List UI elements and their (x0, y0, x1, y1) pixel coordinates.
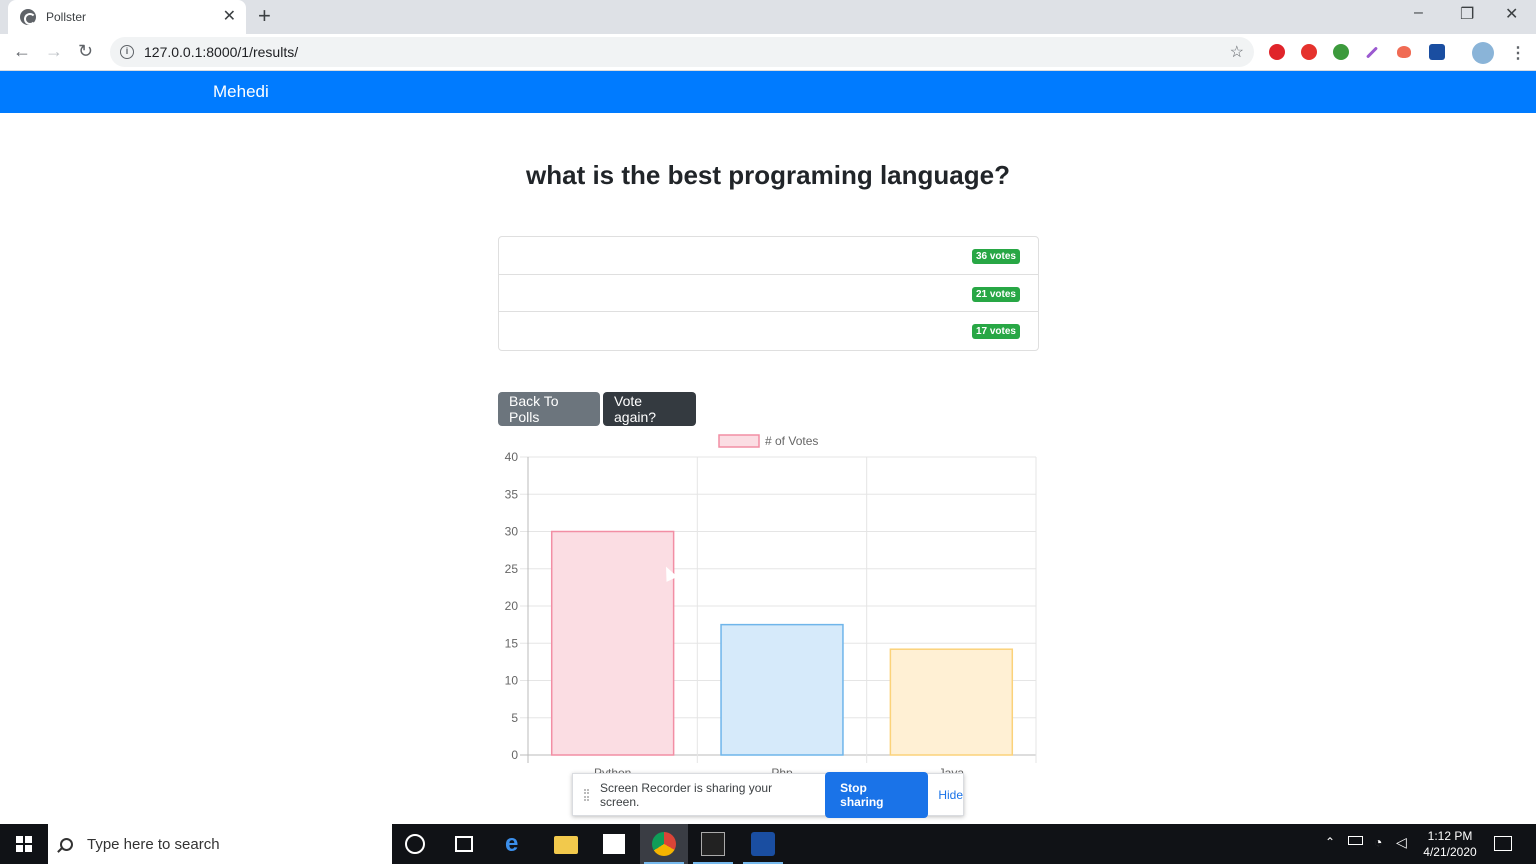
browser-tabstrip: Pollster ✕ + – ❐ ✕ (0, 0, 1536, 34)
new-tab-button[interactable]: + (258, 5, 271, 27)
start-button[interactable] (0, 824, 48, 864)
yab-extension-icon[interactable] (1301, 44, 1317, 60)
votes-bar-chart: # of Votes 0 5 10 15 20 25 30 35 40 Python Php Java (490, 430, 1050, 780)
share-message: Screen Recorder is sharing your screen. (600, 780, 773, 809)
y-tick-label: 5 (511, 711, 518, 725)
bar (889, 648, 1014, 756)
taskbar-search[interactable]: Type here to search (48, 824, 392, 864)
back-arrow-icon[interactable]: ← (13, 42, 31, 60)
windows-taskbar: Type here to search e ⌃ ◔ ◁ 1:12 PM 4/21… (0, 824, 1536, 864)
edge-icon[interactable]: e (505, 830, 529, 857)
result-item: 17 votes (499, 312, 1038, 350)
forward-arrow-icon[interactable]: → (45, 42, 63, 60)
screen-recorder-icon[interactable] (751, 832, 775, 856)
y-tick-label: 0 (511, 748, 518, 762)
windows-logo-icon (16, 836, 32, 852)
tray-chevron-icon[interactable]: ⌃ (1325, 835, 1335, 849)
browser-toolbar: ← → ↻ i 127.0.0.1:8000/1/results/ ☆ ⋮ (0, 34, 1536, 71)
menu-kebab-icon[interactable]: ⋮ (1510, 43, 1526, 63)
browser-tab[interactable]: Pollster ✕ (8, 0, 246, 34)
terminal-icon[interactable] (701, 832, 725, 856)
legend-swatch (718, 434, 760, 448)
cortana-icon[interactable] (405, 834, 425, 854)
wifi-icon[interactable]: ◔ (1374, 834, 1382, 850)
back-to-polls-button[interactable]: Back To Polls (498, 392, 600, 426)
restore-button[interactable]: ❐ (1460, 4, 1474, 24)
bar (550, 530, 675, 756)
vote-count-badge: 21 votes (971, 286, 1020, 302)
result-item: 21 votes (499, 275, 1038, 312)
globe-icon (20, 9, 36, 25)
hide-button[interactable]: Hide (938, 788, 963, 802)
result-item: 36 votes (499, 237, 1038, 275)
y-tick-label: 35 (505, 487, 519, 501)
navbar-brand[interactable]: Mehedi (213, 82, 269, 102)
site-info-icon[interactable]: i (120, 45, 134, 59)
chart-svg: # of Votes0510152025303540Python Php Java (505, 434, 1037, 780)
vote-count-badge: 36 votes (971, 249, 1020, 264)
poll-question: what is the best programing language? (526, 160, 1010, 190)
bookmark-star-icon[interactable]: ☆ (1230, 42, 1244, 62)
drag-handle-icon[interactable] (584, 788, 589, 801)
y-tick-label: 40 (505, 450, 519, 464)
clock-time: 1:12 PM (1427, 829, 1473, 843)
tab-close-icon[interactable]: ✕ (223, 9, 236, 25)
app-navbar: Mehedi (0, 71, 1536, 113)
close-window-button[interactable]: ✕ (1505, 4, 1518, 24)
address-bar[interactable]: i 127.0.0.1:8000/1/results/ ☆ (110, 37, 1254, 67)
adblock-extension-icon[interactable] (1269, 44, 1285, 60)
profile-avatar[interactable] (1472, 42, 1494, 64)
notification-icon[interactable] (1494, 836, 1512, 851)
chrome-icon[interactable] (652, 832, 676, 856)
globe-extension-icon[interactable] (1333, 44, 1349, 60)
task-view-icon[interactable] (455, 836, 473, 852)
search-placeholder: Type here to search (87, 835, 220, 853)
stop-sharing-button[interactable]: Stop sharing (825, 771, 929, 818)
y-tick-label: 25 (505, 562, 519, 576)
battery-icon[interactable] (1348, 836, 1363, 845)
vote-count-badge: 17 votes (971, 324, 1020, 339)
heart-extension-icon[interactable] (1397, 46, 1411, 58)
vote-again-button[interactable]: Vote again? (603, 392, 696, 426)
tab-title: Pollster (46, 10, 87, 24)
legend-label: # of Votes (765, 434, 818, 448)
url-text[interactable]: 127.0.0.1:8000/1/results/ (144, 44, 1230, 60)
reload-icon[interactable]: ↻ (78, 42, 93, 60)
clock-date: 4/21/2020 (1423, 845, 1477, 859)
screen-recorder-extension-icon[interactable] (1429, 44, 1445, 60)
file-explorer-icon[interactable] (554, 836, 578, 854)
minimize-button[interactable]: – (1414, 4, 1423, 22)
y-tick-label: 10 (505, 674, 519, 688)
pen-extension-icon[interactable] (1365, 46, 1379, 59)
search-icon (60, 837, 73, 851)
y-tick-label: 20 (505, 599, 519, 613)
y-tick-label: 30 (505, 525, 519, 539)
volume-icon[interactable]: ◁ (1396, 834, 1407, 851)
store-icon[interactable] (603, 834, 625, 854)
bar (720, 623, 844, 756)
y-tick-label: 15 (505, 636, 519, 650)
taskbar-clock[interactable]: 1:12 PM 4/21/2020 (1414, 828, 1486, 860)
screen-share-bar: Screen Recorder is sharing your screen. … (572, 771, 964, 818)
results-list: 36 votes 21 votes 17 votes (498, 236, 1039, 351)
